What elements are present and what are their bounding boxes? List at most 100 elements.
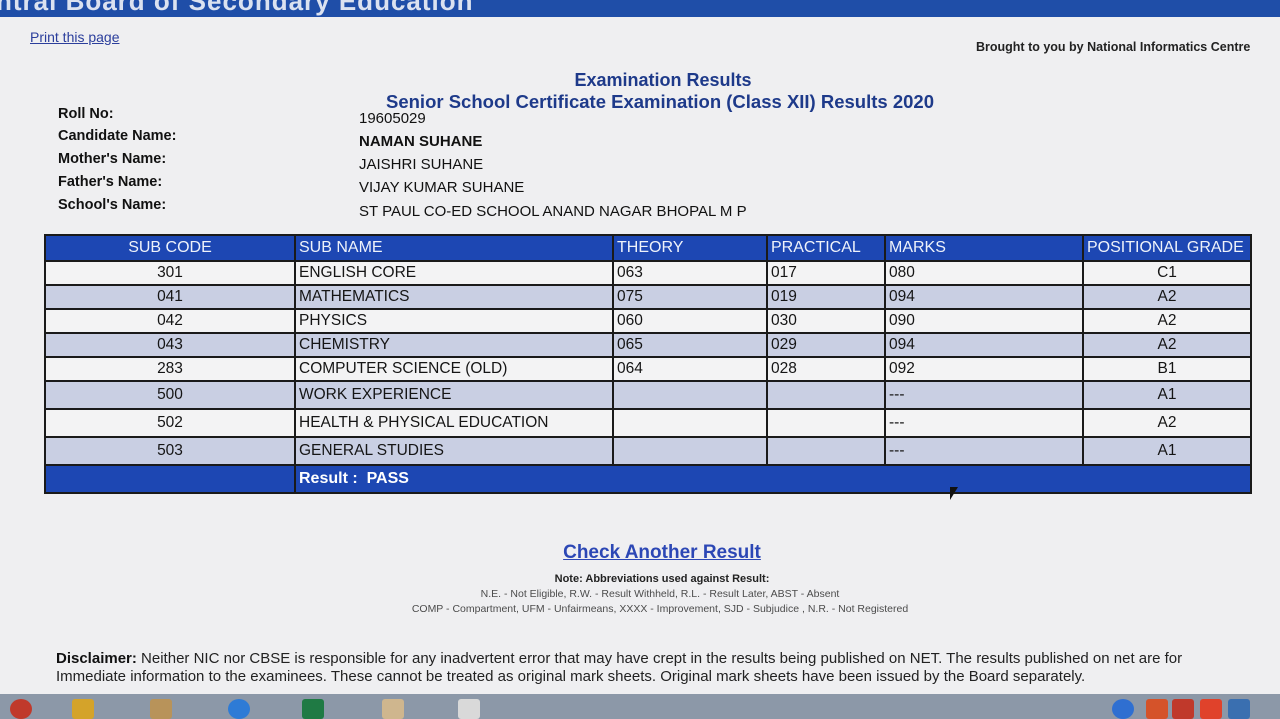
positional-grade-cell: B1 bbox=[1082, 356, 1252, 382]
practical-marks-cell bbox=[766, 408, 886, 438]
help-icon[interactable] bbox=[1112, 699, 1134, 719]
practical-marks-cell bbox=[766, 436, 886, 466]
practical-marks-cell: 030 bbox=[766, 308, 886, 334]
antivirus-icon[interactable] bbox=[1172, 699, 1194, 719]
total-marks-cell: 094 bbox=[884, 284, 1084, 310]
positional-grade-cell: A2 bbox=[1082, 408, 1252, 438]
page-title: Examination Results bbox=[574, 70, 752, 90]
folder-icon[interactable] bbox=[72, 699, 94, 719]
sub-name-cell: PHYSICS bbox=[294, 308, 614, 334]
candidate-name-value: NAMAN SUHANE bbox=[359, 133, 483, 150]
store-icon[interactable] bbox=[1200, 699, 1222, 719]
sub-name-cell: CHEMISTRY bbox=[294, 332, 614, 358]
positional-grade-cell: A1 bbox=[1082, 436, 1252, 466]
header-sub-code: SUB CODE bbox=[44, 234, 296, 262]
taskbar bbox=[0, 694, 1280, 719]
sub-code-cell: 301 bbox=[44, 260, 296, 286]
result-row: Result : PASS bbox=[44, 464, 1252, 494]
sub-code-cell: 503 bbox=[44, 436, 296, 466]
practical-marks-cell: 029 bbox=[766, 332, 886, 358]
father-name-value: VIJAY KUMAR SUHANE bbox=[359, 179, 525, 196]
header-sub-name: SUB NAME bbox=[294, 234, 614, 262]
theory-marks-cell bbox=[612, 436, 768, 466]
abbreviations-line-2: COMP - Compartment, UFM - Unfairmeans, X… bbox=[411, 603, 909, 615]
school-name-label: School's Name: bbox=[58, 197, 167, 213]
mother-name-value: JAISHRI SUHANE bbox=[359, 156, 484, 173]
mother-name-label: Mother's Name: bbox=[58, 151, 167, 167]
table-row: 043 CHEMISTRY 065 029 094 A2 bbox=[44, 332, 1252, 358]
table-row: 042 PHYSICS 060 030 090 A2 bbox=[44, 308, 1252, 334]
positional-grade-cell: A2 bbox=[1082, 308, 1252, 334]
browser-icon[interactable] bbox=[10, 699, 32, 719]
positional-grade-cell: A1 bbox=[1082, 380, 1252, 410]
candidate-name-label: Candidate Name: bbox=[58, 128, 177, 144]
app-icon[interactable] bbox=[150, 699, 172, 719]
sub-code-cell: 283 bbox=[44, 356, 296, 382]
total-marks-cell: --- bbox=[884, 436, 1084, 466]
positional-grade-cell: C1 bbox=[1082, 260, 1252, 286]
site-banner-text: ntral Board of Secondary Education bbox=[0, 0, 474, 16]
theory-marks-cell: 075 bbox=[612, 284, 768, 310]
disclaimer-label: Disclaimer: bbox=[56, 650, 137, 667]
sub-name-cell: COMPUTER SCIENCE (OLD) bbox=[294, 356, 614, 382]
school-name-value: ST PAUL CO-ED SCHOOL ANAND NAGAR BHOPAL … bbox=[359, 203, 747, 220]
header-practical: PRACTICAL bbox=[766, 234, 886, 262]
abbreviations-note: Note: Abbreviations used against Result: bbox=[554, 573, 770, 585]
edge-icon[interactable] bbox=[228, 699, 250, 719]
site-banner: ntral Board of Secondary Education bbox=[0, 0, 1280, 17]
result-spacer bbox=[44, 464, 295, 494]
father-name-label: Father's Name: bbox=[58, 174, 163, 190]
table-row: 503 GENERAL STUDIES --- A1 bbox=[44, 436, 1252, 466]
practical-marks-cell bbox=[766, 380, 886, 410]
theory-marks-cell: 065 bbox=[612, 332, 768, 358]
nic-credit: Brought to you by National Informatics C… bbox=[976, 40, 1251, 54]
page-subtitle: Senior School Certificate Examination (C… bbox=[386, 91, 934, 112]
positional-grade-cell: A2 bbox=[1082, 332, 1252, 358]
total-marks-cell: 092 bbox=[884, 356, 1084, 382]
practical-marks-cell: 028 bbox=[766, 356, 886, 382]
roll-value: 19605029 bbox=[359, 110, 426, 127]
pdf-icon[interactable] bbox=[458, 699, 480, 719]
table-row: 502 HEALTH & PHYSICAL EDUCATION --- A2 bbox=[44, 408, 1252, 438]
sub-name-cell: GENERAL STUDIES bbox=[294, 436, 614, 466]
sub-code-cell: 500 bbox=[44, 380, 296, 410]
abbreviations-line-1: N.E. - Not Eligible, R.W. - Result Withh… bbox=[480, 588, 840, 600]
theory-marks-cell: 060 bbox=[612, 308, 768, 334]
result-value: PASS bbox=[366, 470, 409, 487]
sub-code-cell: 041 bbox=[44, 284, 296, 310]
marks-table: SUB CODE SUB NAME THEORY PRACTICAL MARKS… bbox=[44, 234, 1252, 494]
roll-label: Roll No: bbox=[58, 106, 114, 122]
table-row: 283 COMPUTER SCIENCE (OLD) 064 028 092 B1 bbox=[44, 356, 1252, 382]
table-row: 041 MATHEMATICS 075 019 094 A2 bbox=[44, 284, 1252, 310]
table-row: 500 WORK EXPERIENCE --- A1 bbox=[44, 380, 1252, 410]
theory-marks-cell bbox=[612, 380, 768, 410]
check-another-result-link[interactable]: Check Another Result bbox=[0, 542, 1280, 564]
header-marks: MARKS bbox=[884, 234, 1084, 262]
office-icon[interactable] bbox=[1146, 699, 1168, 719]
print-page-link[interactable]: Print this page bbox=[30, 29, 120, 45]
total-marks-cell: --- bbox=[884, 408, 1084, 438]
sub-name-cell: MATHEMATICS bbox=[294, 284, 614, 310]
disclaimer-text: Neither NIC nor CBSE is responsible for … bbox=[56, 650, 1183, 685]
result-label: Result : bbox=[299, 470, 358, 487]
total-marks-cell: 080 bbox=[884, 260, 1084, 286]
header-positional-grade: POSITIONAL GRADE bbox=[1082, 234, 1252, 262]
mouse-cursor bbox=[950, 487, 958, 500]
practical-marks-cell: 019 bbox=[766, 284, 886, 310]
sub-code-cell: 502 bbox=[44, 408, 296, 438]
terminal-icon[interactable] bbox=[1228, 699, 1250, 719]
sub-code-cell: 042 bbox=[44, 308, 296, 334]
table-row: 301 ENGLISH CORE 063 017 080 C1 bbox=[44, 260, 1252, 286]
theory-marks-cell: 063 bbox=[612, 260, 768, 286]
result-cell: Result : PASS bbox=[294, 464, 1252, 494]
positional-grade-cell: A2 bbox=[1082, 284, 1252, 310]
sub-name-cell: ENGLISH CORE bbox=[294, 260, 614, 286]
image-icon[interactable] bbox=[382, 699, 404, 719]
excel-icon[interactable] bbox=[302, 699, 324, 719]
sub-code-cell: 043 bbox=[44, 332, 296, 358]
sub-name-cell: HEALTH & PHYSICAL EDUCATION bbox=[294, 408, 614, 438]
header-theory: THEORY bbox=[612, 234, 768, 262]
disclaimer: Disclaimer: Neither NIC nor CBSE is resp… bbox=[56, 650, 1246, 686]
practical-marks-cell: 017 bbox=[766, 260, 886, 286]
theory-marks-cell: 064 bbox=[612, 356, 768, 382]
